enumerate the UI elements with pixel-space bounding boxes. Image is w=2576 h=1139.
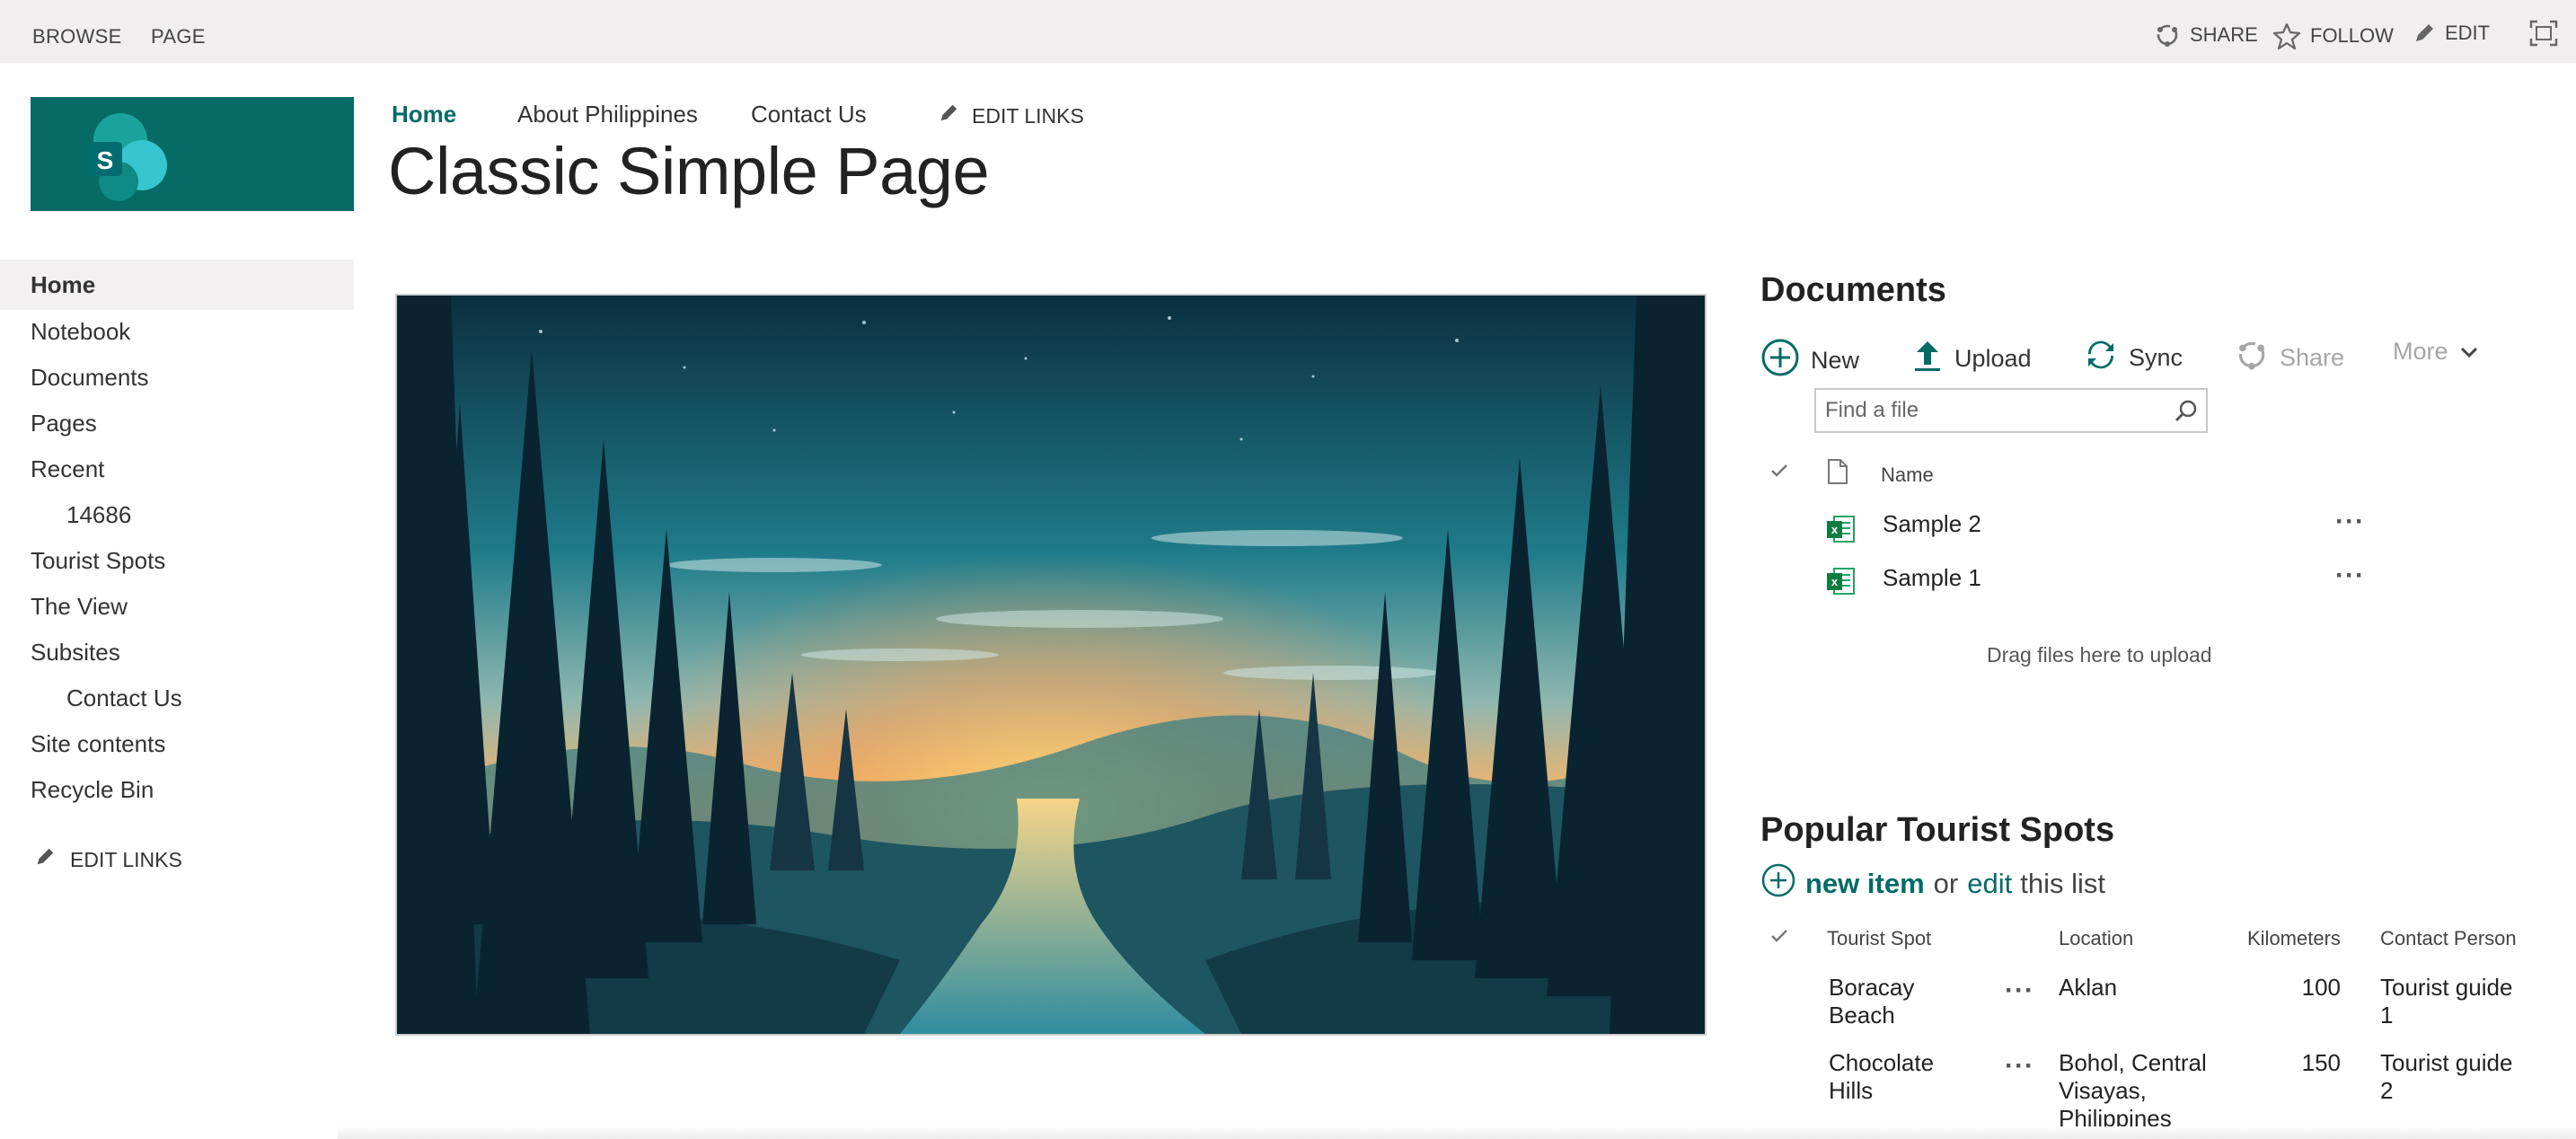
svg-text:S: S [97,146,114,174]
leftnav-pages[interactable]: Pages [31,410,97,437]
share-button[interactable]: SHARE [2154,22,2258,49]
list-item-spot[interactable]: Chocolate Hills [1829,1049,1934,1105]
find-file-input[interactable] [1825,397,2166,424]
list-item-kilometers: 150 [2301,1049,2341,1076]
column-name[interactable]: Name [1881,464,1934,487]
leftnav-recycle-bin[interactable]: Recycle Bin [31,776,154,804]
pencil-icon [2413,22,2436,45]
list-item-location: Bohol, Central Visayas, Philippines [2059,1049,2207,1132]
upload-label: Upload [1954,345,2032,372]
list-item-contact: Tourist guide 1 [2380,974,2513,1029]
page-title: Classic Simple Page [388,134,990,208]
column-tourist-spot[interactable]: Tourist Spot [1827,927,1931,950]
leftnav-edit-links[interactable]: EDIT LINKS [34,846,182,873]
list-item-contact: Tourist guide 2 [2380,1049,2513,1104]
leftnav-subsites[interactable]: Subsites [31,639,120,667]
list-item-kilometers: 100 [2301,974,2341,1001]
leftnav-recent[interactable]: Recent [31,455,104,483]
chevron-down-icon [2459,338,2479,366]
list-item-menu-ellipsis[interactable]: ··· [2005,977,2034,1004]
document-sample-2[interactable]: Sample 2 [1883,510,1981,538]
follow-button[interactable]: FOLLOW [2272,22,2394,50]
focus-mode-icon[interactable] [2529,20,2558,51]
search-icon[interactable] [2174,399,2199,428]
documents-title: Documents [1760,271,1946,309]
edit-list-link[interactable]: edit [1967,868,2012,900]
site-logo[interactable]: S [31,97,354,211]
svg-text:x: x [1831,523,1839,536]
document-menu-ellipsis[interactable]: ··· [2335,562,2365,589]
share-icon [2154,22,2181,49]
plus-circle-icon[interactable] [1760,862,1796,905]
document-sample-1[interactable]: Sample 1 [1883,564,1981,592]
upload-button[interactable]: Upload [1911,338,2032,380]
follow-label: FOLLOW [2310,24,2394,47]
share-label: SHARE [2190,23,2258,46]
topnav-contact-us[interactable]: Contact Us [751,101,867,128]
topnav-edit-links[interactable]: EDIT LINKS [938,102,1084,129]
leftnav-the-view[interactable]: The View [31,593,128,621]
share-label: Share [2280,344,2345,371]
select-all-check-icon[interactable] [1769,927,1789,949]
edit-button[interactable]: EDIT [2413,22,2490,45]
leftnav-recent-14686[interactable]: 14686 [66,501,131,529]
find-file-search[interactable] [1814,388,2208,433]
new-label: New [1811,347,1860,374]
share-icon [2235,338,2269,378]
leftnav-documents[interactable]: Documents [31,364,149,392]
sharepoint-logo-icon: S [88,113,167,201]
excel-file-icon: x [1825,566,1856,601]
this-list-text: this list [2020,868,2105,899]
leftnav-tourist-spots[interactable]: Tourist Spots [31,547,165,575]
edit-links-label: EDIT LINKS [70,847,182,871]
column-location[interactable]: Location [2059,927,2133,950]
svg-text:x: x [1831,575,1839,588]
tab-browse[interactable]: BROWSE [32,25,122,49]
column-kilometers[interactable]: Kilometers [2247,927,2341,950]
suite-bar: BROWSE PAGE SHARE FOLLOW EDIT [0,0,2576,63]
tourist-list-title: Popular Tourist Spots [1760,811,2115,849]
tab-page[interactable]: PAGE [151,25,206,49]
excel-file-icon: x [1825,514,1856,549]
leftnav-home[interactable]: Home [31,271,95,299]
edit-links-label: EDIT LINKS [972,103,1084,128]
sync-label: Sync [2129,344,2183,371]
topnav-about-philippines[interactable]: About Philippines [517,101,698,128]
new-document-button[interactable]: New [1760,338,1859,384]
sync-icon [2084,338,2118,378]
column-contact-person[interactable]: Contact Person [2380,927,2517,950]
more-label: More [2393,338,2448,365]
edit-label: EDIT [2445,22,2491,44]
pencil-icon [938,102,959,129]
share-document-button[interactable]: Share [2235,338,2344,378]
select-all-check-icon[interactable] [1769,462,1789,484]
leftnav-notebook[interactable]: Notebook [31,318,130,346]
more-button[interactable]: More [2393,338,2479,366]
pencil-icon [34,846,56,873]
page-bottom-edge [338,1126,2576,1139]
or-text: or [1933,868,1959,899]
document-menu-ellipsis[interactable]: ··· [2335,508,2365,535]
hero-image [395,294,1707,1036]
list-item-menu-ellipsis[interactable]: ··· [2005,1053,2034,1080]
upload-icon [1911,338,1944,380]
star-icon [2272,22,2301,50]
list-item-location: Aklan [2059,974,2118,1001]
new-item-row: new item or edit this list [1760,862,2105,905]
drag-upload-hint: Drag files here to upload [1987,643,2212,667]
leftnav-site-contents[interactable]: Site contents [31,730,165,758]
sync-button[interactable]: Sync [2084,338,2183,378]
plus-circle-icon [1760,338,1800,384]
topnav-home[interactable]: Home [392,101,456,128]
list-item-spot[interactable]: Boracay Beach [1829,974,1914,1029]
file-type-icon [1827,458,1848,490]
new-item-link[interactable]: new item [1805,868,1925,900]
leftnav-contact-us[interactable]: Contact Us [66,684,182,712]
